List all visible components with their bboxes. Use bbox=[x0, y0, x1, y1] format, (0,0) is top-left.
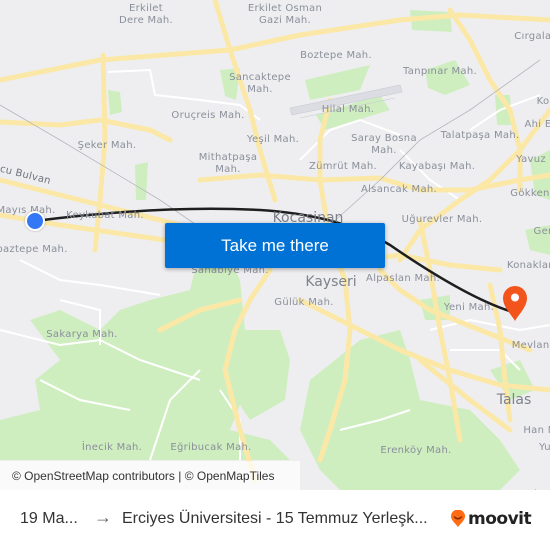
map-label-sancaktepe: Sancaktepe Mah. bbox=[229, 72, 291, 95]
map-label-ahi-evran: Ahi E bbox=[524, 119, 550, 130]
map-label-erkilet-dere: Erkilet Dere Mah. bbox=[118, 3, 174, 26]
map-label-egribucak: Eğribucak Mah. bbox=[170, 442, 252, 453]
take-me-there-button[interactable]: Take me there bbox=[165, 223, 385, 268]
map-label-bozt-2: baztepe Mah. bbox=[0, 244, 68, 255]
map-attribution[interactable]: © OpenStreetMap contributors | © OpenMap… bbox=[0, 461, 300, 490]
map-label-alsancak: Alsancak Mah. bbox=[360, 184, 438, 195]
origin-marker[interactable] bbox=[25, 211, 45, 231]
map-label-gokkent: Gökken bbox=[510, 188, 550, 199]
map-label-erkilet-osman-gazi: Erkilet Osman Gazi Mah. bbox=[247, 3, 323, 26]
map-label-ugurevler: Uğurevler Mah. bbox=[401, 214, 483, 225]
map-label-zumrut: Zümrüt Mah. bbox=[308, 161, 378, 172]
map-label-talas: Talas bbox=[496, 392, 532, 408]
map-view[interactable]: Erkilet Dere Mah. Erkilet Osman Gazi Mah.… bbox=[0, 0, 550, 490]
route-footer: 19 Ma... → Erciyes Üniversitesi - 15 Tem… bbox=[0, 490, 550, 550]
map-label-kayabasi: Kayabaşı Mah. bbox=[398, 161, 476, 172]
origin-name: 19 Ma... bbox=[20, 510, 78, 527]
map-label-yeni: Yeni Mah. bbox=[443, 302, 495, 313]
map-label-cirgalar: Cırgalar bbox=[514, 31, 550, 42]
map-label-alpaslan: Alpaslan Mah. bbox=[366, 273, 440, 284]
map-label-saray-bosna: Saray Bosna Mah. bbox=[351, 133, 417, 156]
map-label-mevlana: Mevlana M bbox=[511, 340, 550, 351]
map-label-mithatpasa: Mithatpaşa Mah. bbox=[198, 152, 258, 175]
map-label-yukari: Yu bbox=[539, 442, 550, 453]
map-label-orucreis: Oruçreis Mah. bbox=[171, 110, 245, 121]
map-pin-icon bbox=[503, 286, 527, 321]
map-label-korucuk: Ko bbox=[536, 96, 550, 107]
map-label-yavuz: Yavuz bbox=[516, 154, 546, 165]
map-label-kayseri: Kayseri bbox=[305, 274, 357, 290]
map-label-seker: Şeker Mah. bbox=[77, 140, 137, 151]
map-label-inecik: İnecik Mah. bbox=[81, 442, 143, 453]
arrow-right-icon: → bbox=[94, 507, 112, 527]
map-label-erenkoy: Erenköy Mah. bbox=[380, 445, 452, 456]
map-label-talatpasa: Talatpaşa Mah. bbox=[440, 130, 520, 141]
destination-name: Erciyes Üniversitesi - 15 Temmuz Yerleşk… bbox=[122, 510, 428, 527]
map-label-konaklar: Konaklar M bbox=[506, 260, 550, 271]
map-label-boztepe: Boztepe Mah. bbox=[300, 50, 372, 61]
map-label-keykubat: Keykubat Mah. bbox=[66, 210, 144, 221]
destination-marker[interactable] bbox=[501, 284, 529, 322]
moovit-wordmark: moovit bbox=[468, 509, 532, 529]
map-label-hilal: Hilal Mah. bbox=[321, 104, 375, 115]
moovit-pin-icon bbox=[451, 510, 465, 527]
map-label-tanpinar: Tanpınar Mah. bbox=[403, 66, 477, 77]
moovit-logo[interactable]: moovit bbox=[450, 509, 532, 529]
map-label-gesi: Ger bbox=[533, 226, 550, 237]
map-label-yesil: Yeşil Mah. bbox=[246, 134, 300, 145]
map-label-sakarya: Sakarya Mah. bbox=[46, 329, 118, 340]
map-label-han: Han M bbox=[523, 425, 550, 436]
map-label-gulluk: Gülük Mah. bbox=[274, 297, 334, 308]
